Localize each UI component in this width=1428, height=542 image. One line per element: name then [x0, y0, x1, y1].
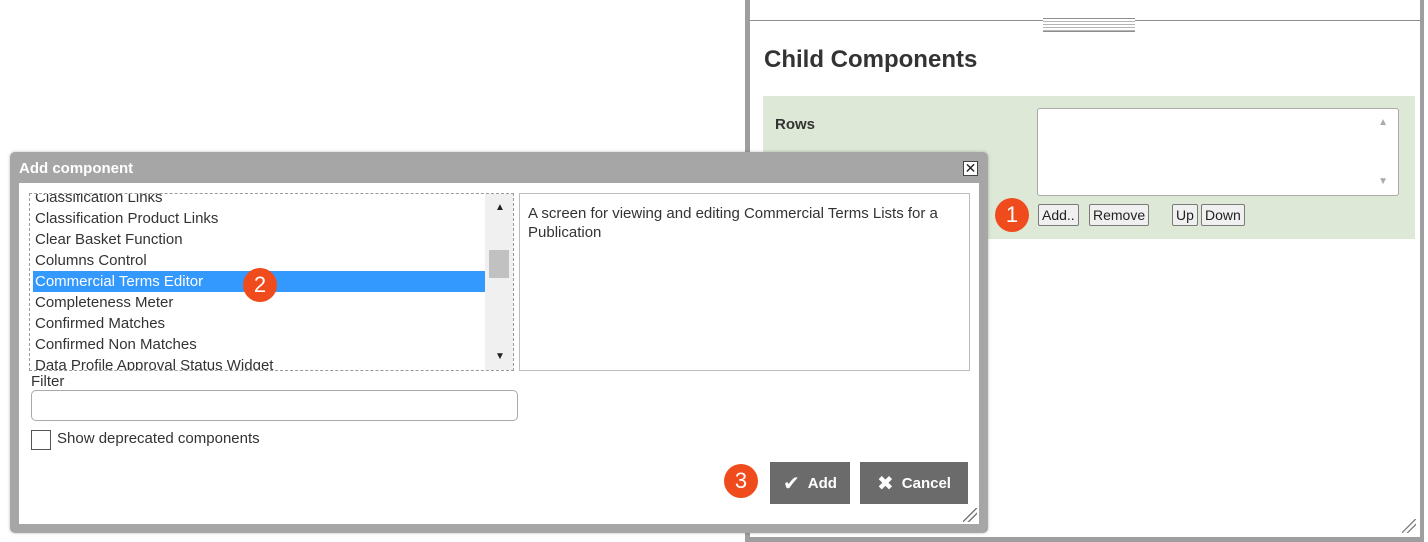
add-component-dialog: Add component ✕ Classification Links Cla… — [10, 152, 988, 533]
component-description: A screen for viewing and editing Commerc… — [519, 193, 970, 371]
scroll-down-icon[interactable]: ▼ — [1378, 176, 1388, 187]
add-button-label: Add — [807, 474, 837, 492]
filter-label: Filter — [31, 373, 65, 390]
x-icon: ✖ — [877, 472, 894, 495]
cancel-button[interactable]: ✖ Cancel — [860, 462, 968, 504]
callout-3: 3 — [724, 464, 758, 498]
show-deprecated-checkbox[interactable] — [31, 430, 51, 450]
rows-listbox[interactable]: ▲ ▼ — [1037, 108, 1399, 196]
list-item[interactable]: Confirmed Non Matches — [33, 334, 485, 355]
resize-grip-icon[interactable] — [1402, 519, 1416, 533]
dialog-title: Add component — [19, 160, 134, 177]
rows-add-button[interactable]: Add.. — [1038, 204, 1079, 226]
list-item[interactable]: Classification Links — [33, 194, 485, 208]
dialog-titlebar[interactable]: Add component ✕ — [10, 152, 988, 182]
resize-grip-icon[interactable] — [963, 508, 977, 522]
cancel-button-label: Cancel — [901, 474, 951, 492]
scroll-up-icon[interactable]: ▲ — [1378, 117, 1388, 128]
list-item[interactable]: Confirmed Matches — [33, 313, 485, 334]
add-button[interactable]: ✔ Add — [770, 462, 850, 504]
scrollbar-thumb[interactable] — [489, 250, 509, 278]
rows-down-button[interactable]: Down — [1201, 204, 1245, 226]
component-list-scrollbar[interactable]: ▲ ▼ — [485, 194, 513, 370]
list-item[interactable]: Clear Basket Function — [33, 229, 485, 250]
callout-1: 1 — [995, 198, 1029, 232]
scroll-up-icon[interactable]: ▲ — [495, 202, 505, 213]
dialog-body: Classification Links Classification Prod… — [19, 183, 979, 524]
child-components-title: Child Components — [764, 46, 978, 73]
check-icon: ✔ — [783, 472, 800, 495]
callout-2: 2 — [243, 268, 277, 302]
filter-input[interactable] — [31, 390, 518, 421]
rows-up-button[interactable]: Up — [1172, 204, 1198, 226]
list-item[interactable]: Data Profile Approval Status Widget — [33, 355, 485, 370]
panel-splitter-handle[interactable] — [1043, 18, 1135, 32]
show-deprecated-label: Show deprecated components — [57, 430, 260, 447]
rows-remove-button[interactable]: Remove — [1089, 204, 1150, 226]
list-item[interactable]: Classification Product Links — [33, 208, 485, 229]
scroll-down-icon[interactable]: ▼ — [495, 351, 505, 362]
rows-label: Rows — [775, 116, 816, 133]
close-icon[interactable]: ✕ — [963, 161, 978, 176]
